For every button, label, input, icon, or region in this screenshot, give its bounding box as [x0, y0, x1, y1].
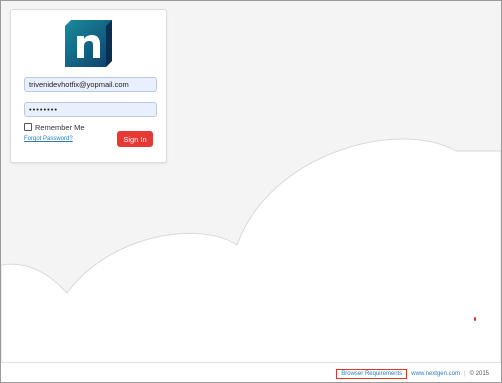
- nextgen-site-link[interactable]: www.nextgen.com: [411, 371, 460, 377]
- copyright-text: © 2015: [469, 371, 489, 377]
- footer-links: Browser Requirements www.nextgen.com | ©…: [336, 369, 489, 379]
- email-field[interactable]: [24, 77, 157, 92]
- footer: Browser Requirements www.nextgen.com | ©…: [1, 362, 501, 382]
- forgot-password-link[interactable]: Forgot Password?: [24, 136, 73, 142]
- browser-requirements-link[interactable]: Browser Requirements: [336, 369, 408, 379]
- page-frame: Remember Me Forgot Password? Sign In Bro…: [0, 0, 502, 383]
- remember-me[interactable]: Remember Me: [24, 122, 85, 132]
- remember-me-label: Remember Me: [35, 122, 85, 132]
- sign-in-button[interactable]: Sign In: [117, 131, 153, 147]
- footer-separator: |: [464, 371, 466, 377]
- login-card: Remember Me Forgot Password? Sign In: [10, 9, 167, 163]
- remember-me-checkbox[interactable]: [24, 123, 32, 131]
- cursor-mark: [474, 317, 476, 321]
- nextgen-logo-icon: [65, 20, 112, 67]
- password-field[interactable]: [24, 102, 157, 117]
